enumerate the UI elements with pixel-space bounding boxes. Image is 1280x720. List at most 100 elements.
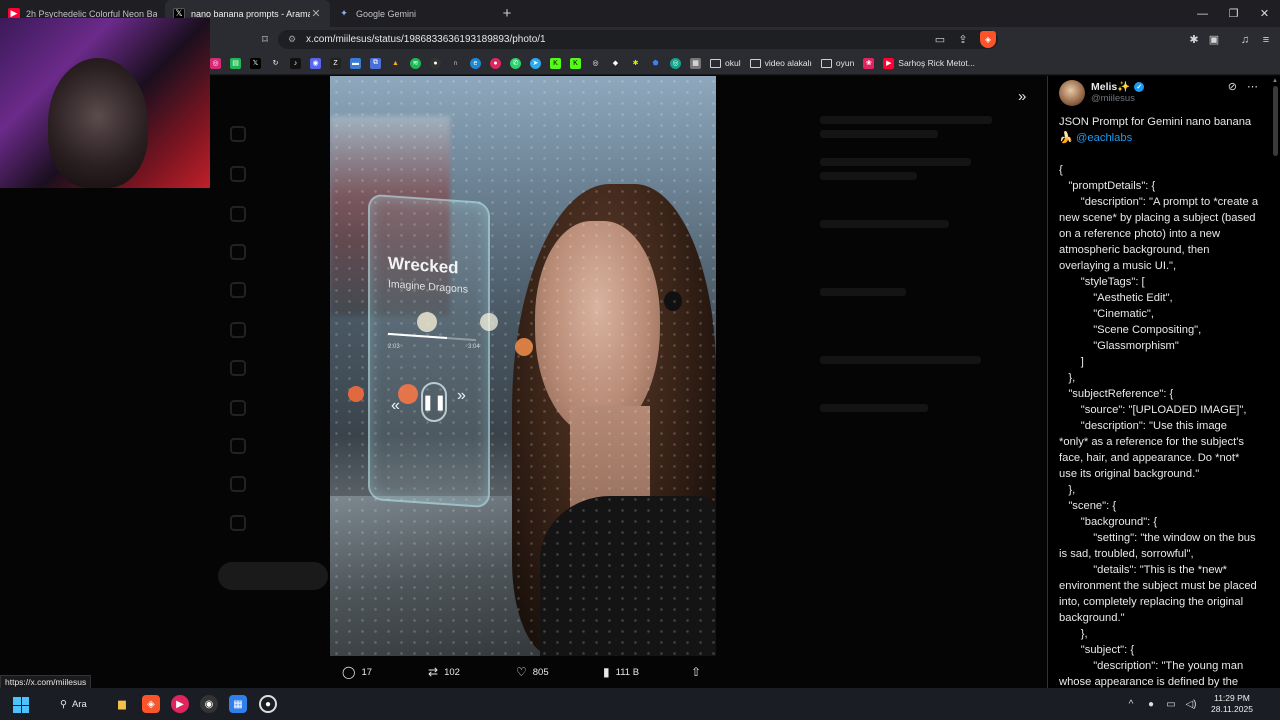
close-window-icon[interactable]: ✕ xyxy=(1249,0,1280,27)
x-bookmark[interactable]: 𝕏 xyxy=(250,55,261,71)
extensions-icon[interactable]: ✱ xyxy=(1185,31,1203,48)
bookmark-refresh[interactable]: ↻ xyxy=(270,55,281,71)
bookmark-icon[interactable]: ⌑ xyxy=(256,31,274,48)
repost-count: 102 xyxy=(444,666,460,678)
obs-icon[interactable]: ◉ xyxy=(200,695,218,713)
views-button[interactable]: ▮ 111 B xyxy=(603,665,639,679)
telegram-bookmark[interactable]: ➤ xyxy=(530,55,541,71)
explore-icon xyxy=(230,166,246,182)
sidebar-icon[interactable]: ▣ xyxy=(1205,31,1223,48)
menu-icon[interactable]: ≡ xyxy=(1257,31,1275,48)
media-player-icon[interactable]: ▶ xyxy=(171,695,189,713)
bookmark-teal[interactable]: ◎ xyxy=(670,55,681,71)
scroll-up-icon[interactable]: ▲ xyxy=(1272,78,1278,84)
expand-sidebar-icon[interactable]: » xyxy=(1018,88,1026,105)
microphone-icon[interactable]: ● xyxy=(1142,699,1160,710)
bookmark-folder-okul[interactable]: okul xyxy=(710,55,741,71)
elapsed-time: 2:03 xyxy=(388,344,400,350)
glass-music-card xyxy=(368,193,490,509)
kick-bookmark-2[interactable]: K xyxy=(570,55,581,71)
nav-item xyxy=(230,436,260,456)
nav-item xyxy=(230,242,260,262)
bookmark-image[interactable]: ▦ xyxy=(690,55,701,71)
more-icon xyxy=(230,515,246,531)
new-tab-button[interactable]: + xyxy=(495,0,519,27)
bookmark-pink[interactable]: ● xyxy=(490,55,501,71)
bookmark-pink-app[interactable]: ❀ xyxy=(863,55,875,71)
windows-start-icon[interactable] xyxy=(13,697,29,713)
share-button[interactable]: ⇧ xyxy=(691,665,707,679)
steam-icon[interactable]: ● xyxy=(259,695,277,713)
bookmark-diamond[interactable]: ◆ xyxy=(610,55,621,71)
discord-bookmark[interactable]: ◉ xyxy=(310,55,321,71)
mention-link[interactable]: @eachlabs xyxy=(1076,132,1132,144)
tweet-sidebar: Melis✨ ✓ @miilesus ⊘ ⋯ JSON Prompt for Ge… xyxy=(1047,76,1280,688)
dimmed-right-column xyxy=(820,106,1035,418)
taskbar-search[interactable]: ⚲ Ara xyxy=(52,696,87,713)
bookmarks-icon xyxy=(230,360,246,376)
bookmark-label: oyun xyxy=(835,58,855,68)
minimize-icon[interactable]: — xyxy=(1187,0,1218,27)
bookmark-youtube-rick[interactable]: ▶ Sarhoş Rick Metot... xyxy=(883,55,975,71)
more-options-icon[interactable]: ⋯ xyxy=(1247,80,1258,93)
repost-button[interactable]: ⇄ 102 xyxy=(428,665,460,679)
dimmed-line xyxy=(820,288,906,296)
close-tab-icon[interactable]: ✕ xyxy=(310,7,322,20)
taskbar-clock[interactable]: 11:29 PM 28.11.2025 xyxy=(1202,693,1262,715)
user-handle[interactable]: @miilesus xyxy=(1091,93,1135,104)
bookmark-headphones[interactable]: ∩ xyxy=(450,55,461,71)
cast-icon[interactable]: ▭ xyxy=(931,31,949,48)
dimmed-line xyxy=(820,158,971,166)
bookmark-edge[interactable]: e xyxy=(470,55,481,71)
bookmark-folder-video[interactable]: video alakalı xyxy=(749,55,812,71)
bookmark-shield[interactable]: ⬟ xyxy=(650,55,661,71)
volume-icon[interactable]: ◁) xyxy=(1182,699,1200,710)
file-explorer-icon[interactable]: ▆ xyxy=(113,695,131,713)
bookmark-copy[interactable]: ⧉ xyxy=(370,55,381,71)
bookmark-dark[interactable]: ● xyxy=(430,55,441,71)
share-icon: ⇧ xyxy=(691,665,702,679)
dimmed-line xyxy=(820,116,992,124)
url-text: x.com/miilesus/status/198683363619318989… xyxy=(306,34,546,45)
drive-bookmark[interactable]: ▲ xyxy=(390,55,401,71)
scrollbar-thumb[interactable] xyxy=(1273,86,1278,156)
reply-button[interactable]: ◯ 17 xyxy=(342,665,372,679)
network-icon[interactable]: ▭ xyxy=(1162,699,1180,710)
address-bar[interactable]: ⚙ x.com/miilesus/status/1986833636193189… xyxy=(278,30,998,49)
bookmark-green[interactable]: ▤ xyxy=(230,55,241,71)
window-controls: — ❐ ✕ xyxy=(1187,0,1280,27)
bookmark-folder-oyun[interactable]: oyun xyxy=(820,55,855,71)
spotify-bookmark[interactable]: ≋ xyxy=(410,55,421,71)
share-icon[interactable]: ⇪ xyxy=(954,31,972,48)
chevron-up-icon[interactable]: ^ xyxy=(1122,699,1140,710)
tiktok-bookmark[interactable]: ♪ xyxy=(290,55,301,71)
app-icon: ❀ xyxy=(863,57,875,69)
clock-date: 28.11.2025 xyxy=(1211,704,1253,714)
restore-icon[interactable]: ❐ xyxy=(1218,0,1249,27)
bokeh-light xyxy=(417,312,437,332)
bookmark-label: okul xyxy=(725,58,741,68)
grok-icon[interactable]: ⊘ xyxy=(1228,80,1237,93)
clock-time: 11:29 PM xyxy=(1214,693,1250,703)
bookmark-lime[interactable]: ✱ xyxy=(630,55,641,71)
photos-icon[interactable]: ▦ xyxy=(229,695,247,713)
kick-icon: K xyxy=(570,57,581,69)
site-info-icon[interactable]: ⚙ xyxy=(288,34,300,45)
kick-bookmark[interactable]: K xyxy=(550,55,561,71)
tab-label: nano banana prompts - Arama / xyxy=(191,8,310,19)
verified-badge-icon: ✓ xyxy=(1134,81,1145,92)
rewind-icon: « xyxy=(391,397,400,414)
media-icon[interactable]: ♫ xyxy=(1236,31,1254,48)
brave-browser-icon[interactable]: ◈ xyxy=(142,695,160,713)
tab-gemini[interactable]: ✦ Google Gemini xyxy=(330,0,495,27)
webcam-face xyxy=(48,58,148,188)
display-name[interactable]: Melis✨ ✓ xyxy=(1091,80,1145,93)
bookmark-game[interactable]: ◎ xyxy=(590,55,601,71)
bookmark-z[interactable]: Z xyxy=(330,55,341,71)
bookmark-blue[interactable]: ▬ xyxy=(350,55,361,71)
like-button[interactable]: ♡ 805 xyxy=(516,665,549,679)
avatar[interactable] xyxy=(1059,80,1085,106)
whatsapp-bookmark[interactable]: ✆ xyxy=(510,55,521,71)
brave-shields-icon[interactable]: ◈ xyxy=(980,31,996,48)
instagram-bookmark[interactable]: ◎ xyxy=(210,55,221,71)
